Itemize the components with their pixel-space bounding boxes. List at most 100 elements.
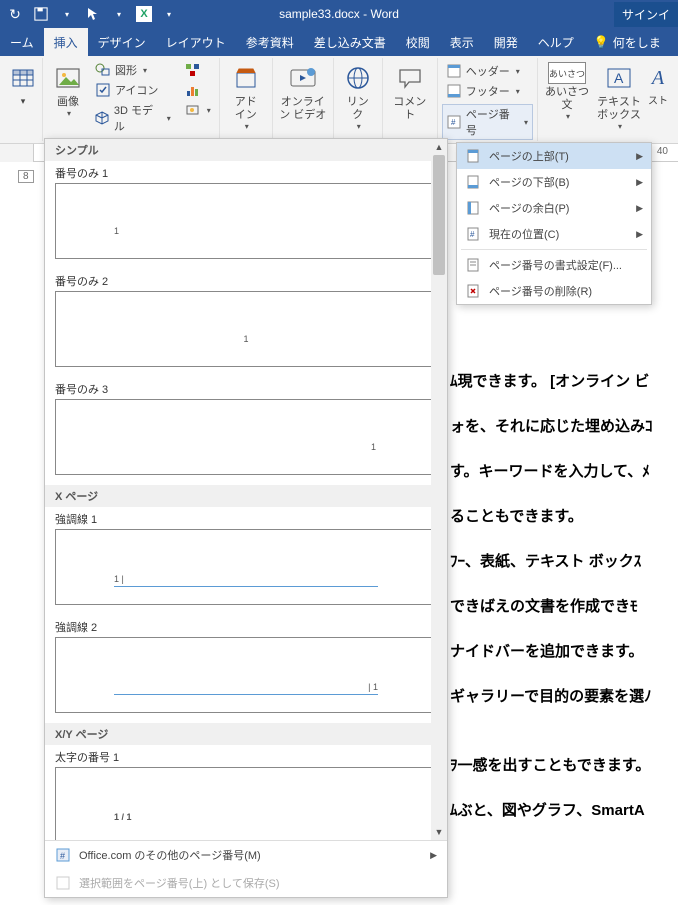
addins-button[interactable]: アド イン ▾ [224, 60, 268, 133]
3dmodels-button[interactable]: 3D モデル▾ [91, 100, 175, 136]
3dmodels-label: 3D モデル [114, 102, 161, 134]
qat-touch-icon[interactable]: ▾ [110, 5, 128, 23]
gallery-scrollbar[interactable]: ▲ ▼ [431, 139, 447, 840]
save-icon[interactable] [32, 5, 50, 23]
chevron-right-icon: ▶ [636, 151, 643, 162]
link-label: リン ク [347, 96, 369, 122]
scroll-down-icon[interactable]: ▼ [431, 824, 447, 840]
scroll-thumb[interactable] [433, 155, 445, 275]
screenshot-icon [185, 102, 201, 118]
gallery-item-num1[interactable]: 1 [55, 183, 437, 259]
icons-button[interactable]: アイコン [91, 80, 175, 100]
chevron-right-icon: ▶ [430, 850, 437, 861]
submenu-page-top[interactable]: ページの上部(T) ▶ [457, 143, 651, 169]
submenu-bottom-label: ページの下部(B) [489, 174, 569, 190]
table-icon [7, 62, 39, 94]
group-link: リン ク ▾ [334, 58, 383, 141]
tab-developer[interactable]: 開発 [484, 28, 528, 56]
redo-icon[interactable]: ↻ [6, 5, 24, 23]
tab-help[interactable]: ヘルプ [528, 28, 584, 56]
pagenumber-button[interactable]: # ページ番号▾ [442, 104, 533, 140]
gallery-section-simple: シンプル [45, 139, 447, 161]
tab-design[interactable]: デザイン [88, 28, 156, 56]
submenu-format-label: ページ番号の書式設定(F)... [489, 257, 622, 273]
textbox-label: テキスト ボックス [597, 96, 641, 122]
onlinevideo-button[interactable]: オンライ ン ビデオ [277, 60, 329, 124]
comment-icon [394, 62, 426, 94]
gallery-item-label: 番号のみ 2 [45, 269, 447, 291]
header-icon [446, 64, 462, 78]
footer-label: フッター [466, 83, 510, 99]
tab-review[interactable]: 校閲 [396, 28, 440, 56]
gallery-item-num2[interactable]: 1 [55, 291, 437, 367]
quick-access-toolbar: ↻ ▾ ▾ X ▾ [0, 5, 184, 23]
header-button[interactable]: ヘッダー▾ [442, 62, 533, 80]
group-headerfooter: ヘッダー▾ フッター▾ # ページ番号▾ [438, 58, 538, 141]
icons-icon [95, 82, 111, 98]
office-icon: # [55, 847, 71, 863]
tab-layout[interactable]: レイアウト [156, 28, 236, 56]
pagenumber-icon: # [447, 115, 462, 129]
submenu-page-bottom[interactable]: ページの下部(B) ▶ [457, 169, 651, 195]
pagenumber-label: ページ番号 [466, 106, 518, 138]
gallery-save-label: 選択範囲をページ番号(上) として保存(S) [79, 875, 280, 891]
shapes-icon [95, 62, 111, 78]
page-top-icon [465, 148, 481, 164]
bulb-icon: 💡 [594, 35, 609, 49]
svg-text:#: # [60, 851, 65, 861]
shapes-button[interactable]: 図形▾ [91, 60, 175, 80]
page-margin-icon [465, 200, 481, 216]
textbox-button[interactable]: A テキスト ボックス ▾ [594, 60, 644, 133]
link-button[interactable]: リン ク ▾ [338, 60, 378, 133]
screenshot-button[interactable]: ▾ [181, 100, 215, 120]
chevron-right-icon: ▶ [636, 203, 643, 214]
pointer-icon[interactable] [84, 5, 102, 23]
qat-dropdown-icon[interactable]: ▾ [58, 5, 76, 23]
tab-references[interactable]: 参考資料 [236, 28, 304, 56]
ribbon: ▾ 画像 ▾ 図形▾ アイコン [0, 56, 678, 144]
format-icon [465, 257, 481, 273]
gallery-more-label: Office.com のその他のページ番号(M) [79, 847, 261, 863]
greeting-button[interactable]: あいさつ あいさつ 文 ▾ [542, 60, 592, 123]
gallery-item-bold1[interactable]: 1 / 1 [55, 767, 437, 840]
tab-tell-me[interactable]: 💡何をしま [584, 28, 671, 56]
gallery-item-acc1[interactable]: 1 | [55, 529, 437, 605]
chevron-right-icon: ▶ [636, 229, 643, 240]
tab-view[interactable]: 表示 [440, 28, 484, 56]
comment-label: コメント [389, 96, 431, 122]
gallery-item-num3[interactable]: 1 [55, 399, 437, 475]
group-media: オンライ ン ビデオ [273, 58, 334, 141]
tab-insert[interactable]: 挿入 [44, 28, 88, 56]
excel-icon[interactable]: X [136, 6, 152, 22]
submenu-format[interactable]: ページ番号の書式設定(F)... [457, 252, 651, 278]
smartart-button[interactable] [181, 60, 215, 80]
submenu-remove[interactable]: ページ番号の削除(R) [457, 278, 651, 304]
gallery-more-office[interactable]: # Office.com のその他のページ番号(M) ▶ [45, 841, 447, 869]
svg-text:#: # [470, 230, 475, 239]
group-tables: ▾ [4, 58, 43, 141]
tab-home[interactable]: ーム [0, 28, 44, 56]
chart-icon [185, 82, 201, 98]
submenu-current-position[interactable]: # 現在の位置(C) ▶ [457, 221, 651, 247]
line-number: 8 [18, 170, 34, 183]
ribbon-tabs: ーム 挿入 デザイン レイアウト 参考資料 差し込み文書 校閲 表示 開発 ヘル… [0, 28, 678, 56]
gallery-save-selection: 選択範囲をページ番号(上) として保存(S) [45, 869, 447, 897]
table-button[interactable]: ▾ [8, 60, 38, 109]
qat-more-icon[interactable]: ▾ [160, 5, 178, 23]
addins-label: アド イン [235, 96, 257, 122]
ruler-corner [0, 144, 34, 162]
current-pos-icon: # [465, 226, 481, 242]
submenu-page-margins[interactable]: ページの余白(P) ▶ [457, 195, 651, 221]
tab-mailings[interactable]: 差し込み文書 [304, 28, 396, 56]
gallery-item-label: 強調線 1 [45, 507, 447, 529]
image-button[interactable]: 画像 ▾ [47, 60, 89, 120]
quickparts-button[interactable]: A スト [646, 60, 670, 110]
comment-button[interactable]: コメント [387, 60, 433, 124]
gallery-item-acc2[interactable]: | 1 [55, 637, 437, 713]
shapes-label: 図形 [115, 62, 137, 78]
scroll-up-icon[interactable]: ▲ [431, 139, 447, 155]
chart-button[interactable] [181, 80, 215, 100]
signin-button[interactable]: サインイ [614, 2, 678, 27]
svg-text:A: A [614, 70, 624, 86]
footer-button[interactable]: フッター▾ [442, 82, 533, 100]
